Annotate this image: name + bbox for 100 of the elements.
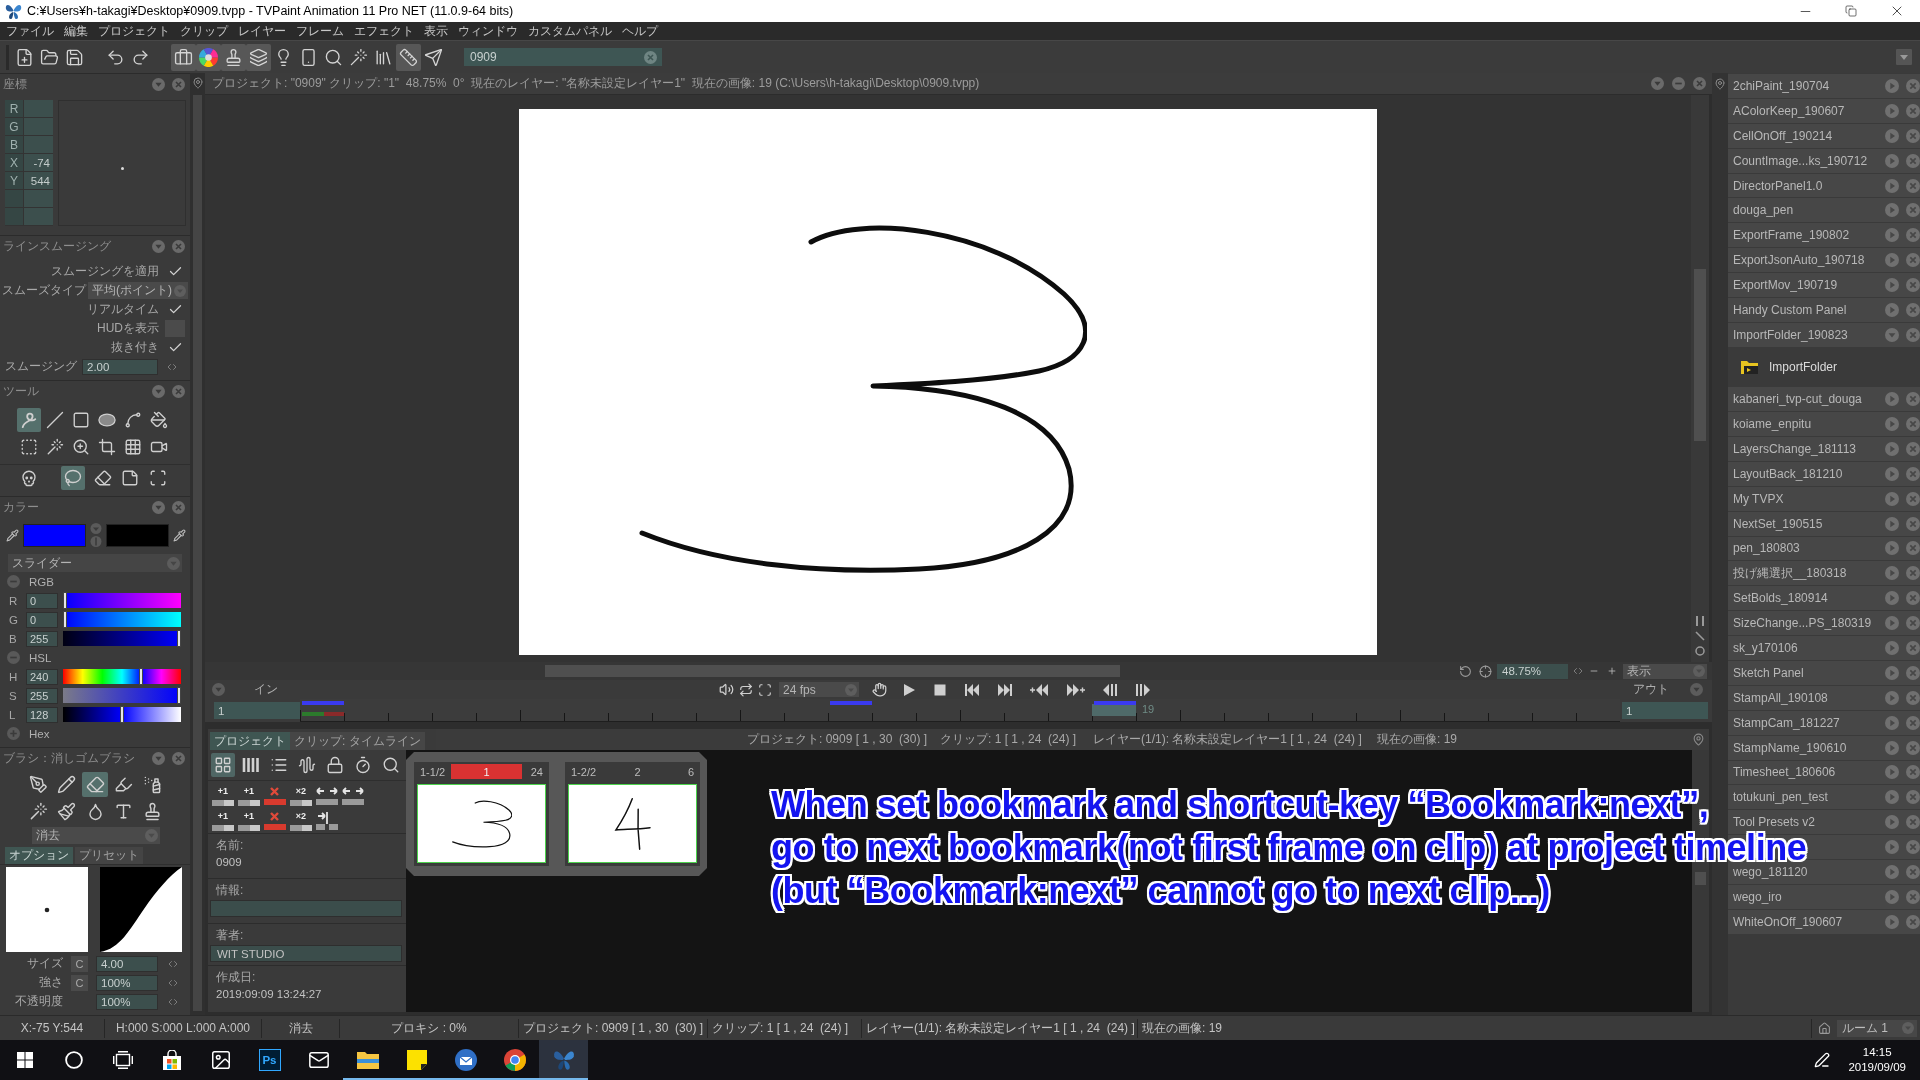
hand-icon[interactable] — [872, 682, 887, 697]
play-icon[interactable] — [902, 682, 916, 697]
right-arrow-circle-icon[interactable] — [1885, 616, 1899, 631]
panel-tab[interactable]: クリップ: タイムライン — [290, 732, 425, 750]
down-arrow-circle-icon[interactable] — [152, 751, 165, 765]
in-point-field[interactable]: 1 — [214, 702, 300, 719]
extension-item[interactable]: StampName_190610 — [1728, 735, 1920, 760]
ruler-icon[interactable] — [396, 43, 421, 71]
right-arrow-circle-icon[interactable] — [1885, 153, 1899, 168]
frame-step-button[interactable]: +1 — [212, 811, 234, 832]
extension-item[interactable]: 2chiPaint_190704 — [1728, 74, 1920, 98]
plus-forward-icon[interactable] — [1066, 682, 1085, 697]
minus-circle-icon[interactable] — [7, 575, 20, 588]
extension-item[interactable]: ImportFolder_190823 — [1728, 322, 1920, 347]
extension-item[interactable]: kabaneri_tvp-cut_douga — [1728, 387, 1920, 412]
down-arrow-circle-icon[interactable] — [152, 384, 165, 398]
extension-item[interactable]: SizeChange...PS_180319 — [1728, 611, 1920, 636]
channel-value-field[interactable]: 0 — [26, 592, 58, 609]
menu-item[interactable]: プロジェクト — [93, 23, 175, 39]
down-arrow-circle-icon[interactable] — [1690, 683, 1703, 696]
shift-arrows-icon[interactable] — [316, 785, 338, 806]
extension-item[interactable]: douga_pen — [1728, 198, 1920, 223]
previous-frame-icon[interactable] — [1102, 682, 1118, 697]
loop-icon[interactable] — [739, 682, 753, 697]
right-arrow-circle-icon[interactable] — [1885, 765, 1899, 780]
slider-thumb[interactable] — [177, 687, 181, 704]
crosshair-icon[interactable] — [1479, 664, 1492, 678]
envelope-icon[interactable] — [307, 1049, 330, 1071]
right-arrow-circle-icon[interactable] — [1885, 302, 1899, 317]
extension-item[interactable]: DirectorPanel1.0 — [1728, 173, 1920, 198]
zoom-field[interactable]: 48.75% — [1497, 663, 1568, 679]
lock-toggle-button[interactable]: C — [71, 955, 88, 972]
search-field[interactable]: 0909 — [464, 48, 662, 66]
smoothing-field[interactable]: 2.00 — [82, 358, 158, 375]
horizontal-scrollbar-thumb[interactable] — [545, 665, 1120, 677]
extension-item[interactable]: CellOnOff_190214 — [1728, 123, 1920, 148]
extension-item[interactable]: ExportFrame_190802 — [1728, 223, 1920, 248]
extension-item[interactable]: wego_181120 — [1728, 860, 1920, 884]
frame-step-button[interactable]: +1 — [238, 785, 260, 806]
stop-icon[interactable] — [933, 682, 947, 697]
brush-param-field[interactable]: 100% — [96, 993, 158, 1010]
panel-tab[interactable]: プロジェクト — [210, 732, 290, 750]
freehand-curve-icon[interactable] — [17, 407, 41, 432]
channel-value-field[interactable]: 255 — [26, 687, 58, 704]
right-arrow-circle-icon[interactable] — [1885, 889, 1899, 904]
brush-param-field[interactable]: 4.00 — [96, 955, 158, 972]
channel-value-field[interactable]: 0 — [26, 611, 58, 628]
picture-icon[interactable] — [209, 1049, 232, 1071]
first-frame-icon[interactable] — [964, 682, 980, 697]
sticky-note-icon[interactable] — [406, 1050, 427, 1070]
extension-item[interactable]: AColorKeep_190607 — [1728, 98, 1920, 123]
right-arrow-circle-icon[interactable] — [1885, 865, 1899, 880]
windows-logo-icon[interactable] — [16, 1052, 33, 1068]
slash-icon[interactable] — [1695, 631, 1705, 641]
down-arrow-circle-icon[interactable] — [212, 683, 225, 696]
plus-rewind-icon[interactable] — [1030, 682, 1049, 697]
eraser-icon[interactable] — [82, 772, 108, 797]
minus-circle-icon[interactable] — [7, 651, 20, 664]
pin-icon[interactable] — [191, 77, 204, 89]
folder-item[interactable]: ImportFolder — [1728, 347, 1920, 387]
right-arrow-circle-icon[interactable] — [1885, 178, 1899, 193]
text-input-field[interactable]: WIT STUDIO — [210, 945, 402, 962]
right-arrow-circle-icon[interactable] — [1885, 815, 1899, 830]
brush-param-field[interactable]: 100% — [96, 974, 158, 991]
menu-item[interactable]: カスタムパネル — [523, 23, 617, 39]
right-arrow-circle-icon[interactable] — [1885, 228, 1899, 243]
text-input-field[interactable] — [210, 900, 402, 917]
right-arrow-circle-icon[interactable] — [1885, 417, 1899, 431]
right-arrow-circle-icon[interactable] — [1885, 392, 1899, 407]
right-arrow-circle-icon[interactable] — [1885, 690, 1899, 705]
lasso-icon[interactable] — [61, 466, 85, 490]
color-slider-track[interactable] — [63, 631, 181, 646]
right-arrow-circle-icon[interactable] — [1885, 78, 1899, 93]
slider-thumb[interactable] — [63, 592, 67, 609]
right-arrow-circle-icon[interactable] — [1885, 641, 1899, 656]
room-dropdown[interactable]: ルーム 1 — [1837, 1019, 1917, 1037]
shift-arrows-icon[interactable] — [342, 785, 364, 806]
extension-item[interactable]: wego_iro — [1728, 885, 1920, 909]
brush-tab[interactable]: プリセット — [75, 847, 143, 864]
menu-item[interactable]: 編集 — [59, 23, 93, 39]
color-slider-track[interactable] — [63, 707, 181, 722]
zoom-in-icon[interactable] — [1607, 666, 1617, 676]
extension-item[interactable]: CountImage...ks_190712 — [1728, 148, 1920, 173]
split-marker-icon[interactable] — [316, 811, 338, 832]
plus-circle-icon[interactable] — [7, 727, 20, 740]
right-arrow-circle-icon[interactable] — [1885, 466, 1899, 481]
pause-bars-icon[interactable] — [1696, 616, 1704, 626]
right-arrow-circle-icon[interactable] — [1885, 128, 1899, 143]
shopping-bag-icon[interactable] — [161, 1050, 182, 1070]
right-arrow-circle-icon[interactable] — [1885, 665, 1899, 680]
extension-item[interactable]: sk_y170106 — [1728, 636, 1920, 660]
home-icon[interactable] — [1818, 1021, 1831, 1035]
slider-thumb[interactable] — [120, 706, 124, 723]
clear-icon[interactable] — [644, 50, 657, 64]
slider-thumb[interactable] — [139, 668, 144, 685]
next-frame-icon[interactable] — [1135, 682, 1151, 697]
pin-icon[interactable] — [1692, 733, 1705, 746]
right-arrow-circle-icon[interactable] — [1885, 103, 1899, 118]
down-arrow-circle-icon[interactable] — [1651, 77, 1664, 90]
right-arrow-circle-icon[interactable] — [1885, 566, 1899, 581]
